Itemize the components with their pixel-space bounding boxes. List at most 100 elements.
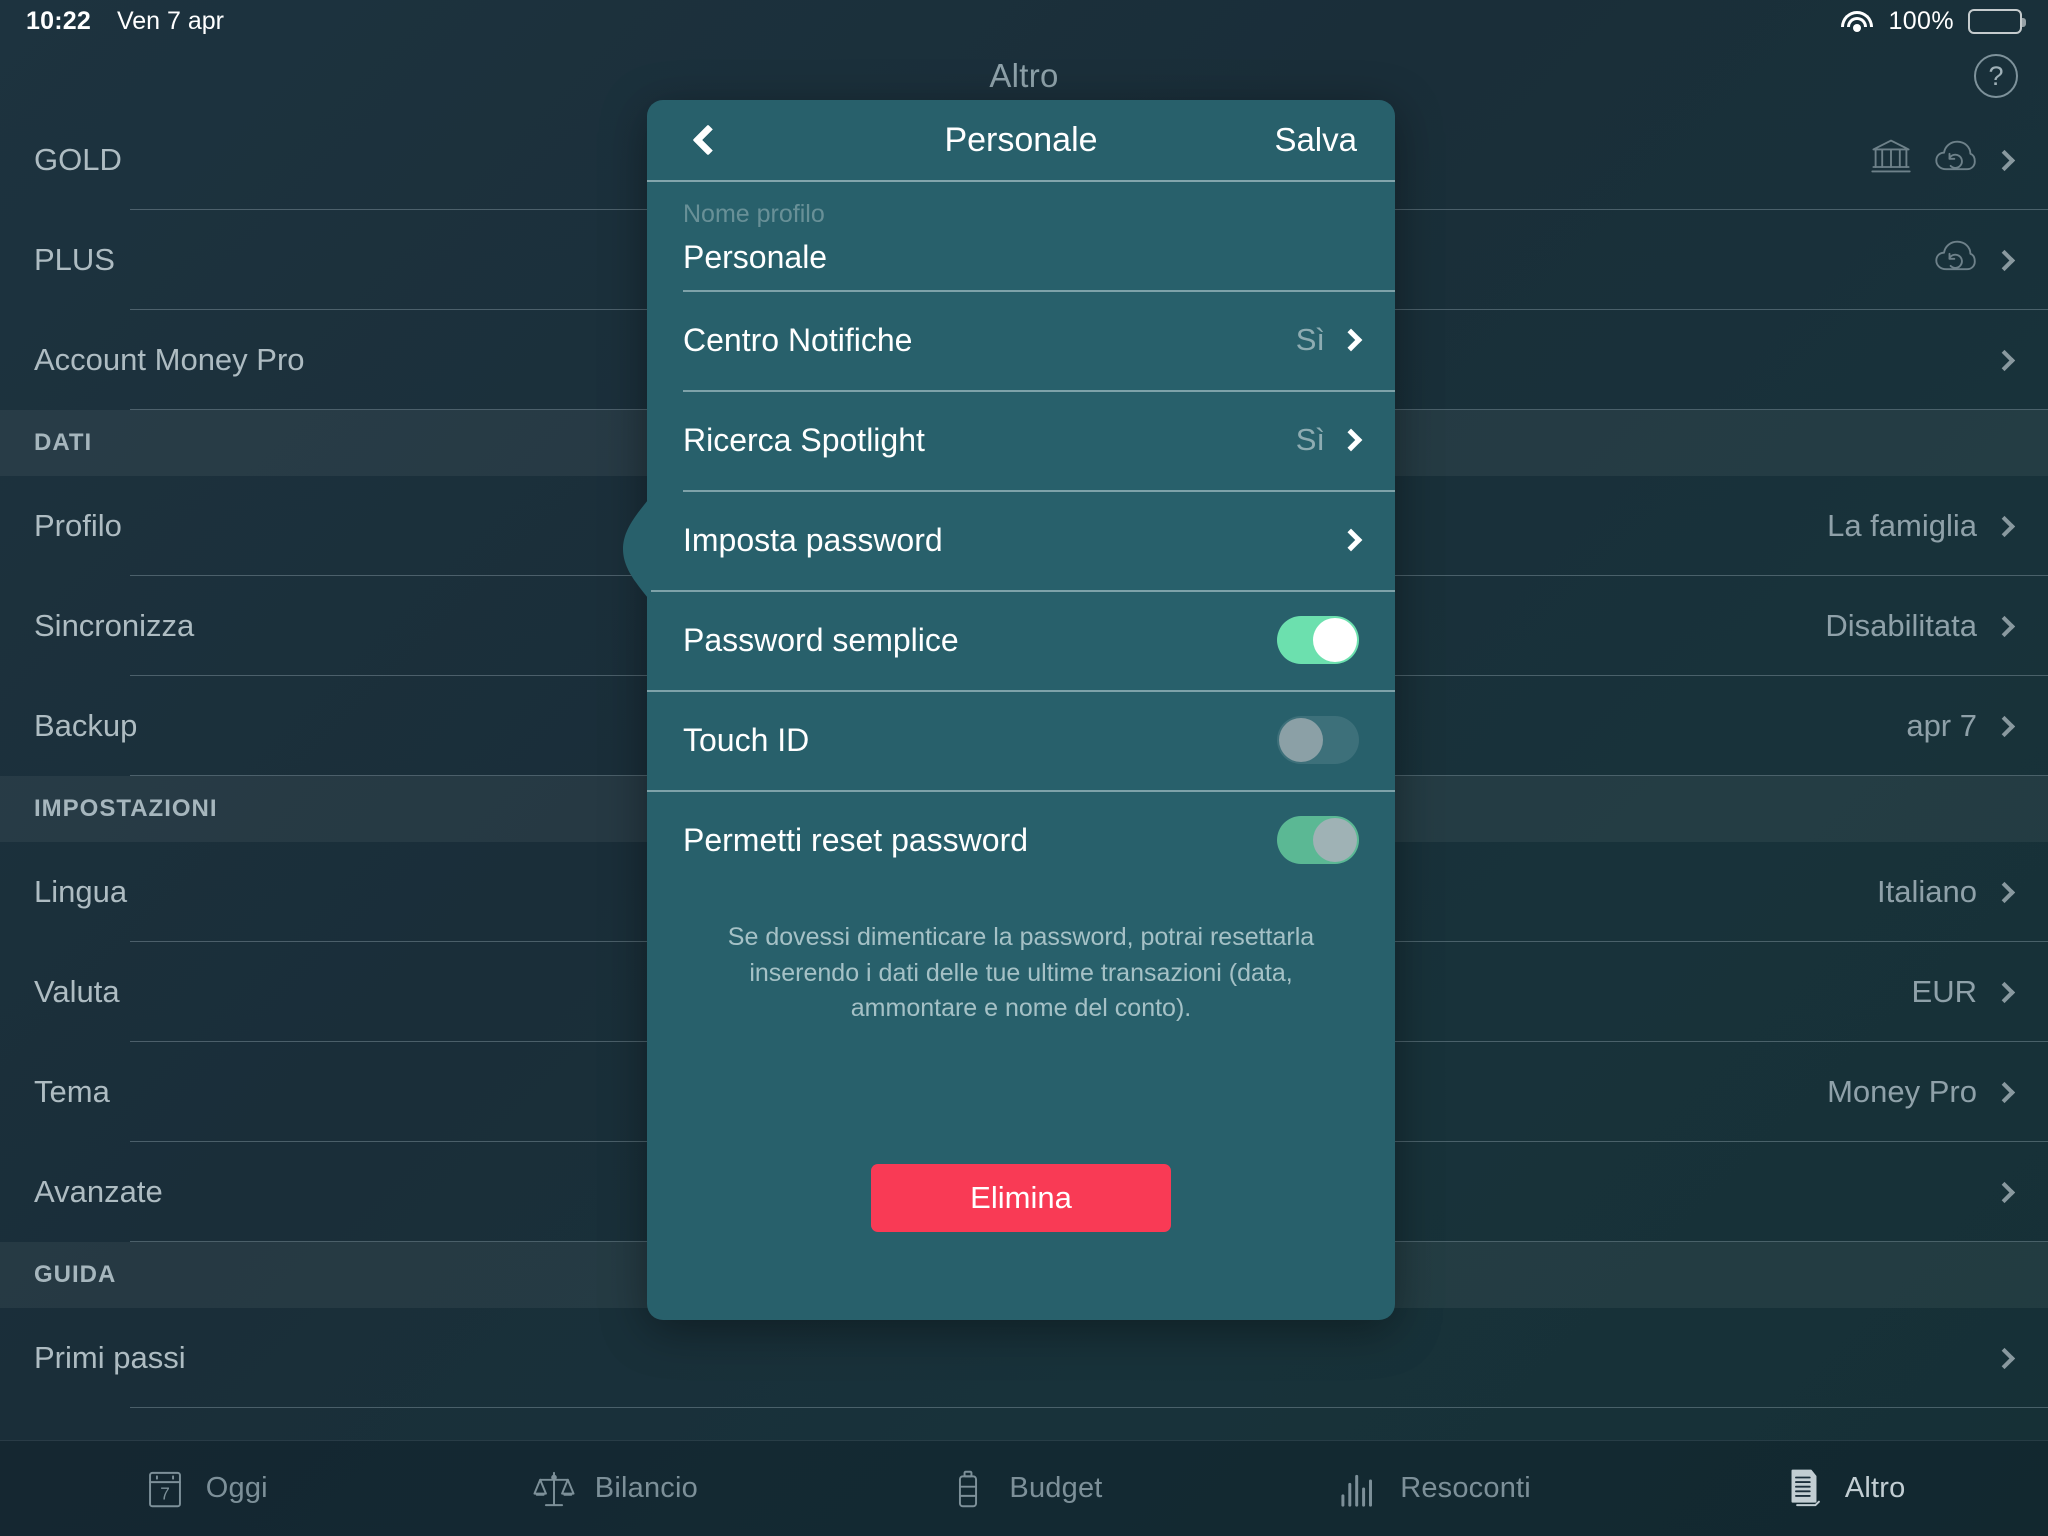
list-item-label: Valuta	[34, 974, 120, 1009]
chevron-right-icon	[1993, 149, 2016, 171]
tab-altro[interactable]: Altro	[1638, 1466, 2048, 1512]
list-item-label: Account Money Pro	[34, 342, 305, 377]
popover-row-separator	[683, 390, 1395, 392]
bank-icon-wrap	[1869, 134, 1913, 186]
tab-bilancio[interactable]: Bilancio	[410, 1466, 820, 1512]
popover-row[interactable]: Permetti reset password	[647, 790, 1395, 890]
list-item-accessory	[1993, 1181, 2016, 1203]
status-time: 10:22	[26, 6, 91, 35]
chevron-right-icon	[1993, 615, 2016, 637]
delete-button[interactable]: Elimina	[871, 1164, 1171, 1232]
list-item-label: GOLD	[34, 142, 122, 177]
list-item-label: PLUS	[34, 242, 115, 277]
popover-row-accessory	[1277, 616, 1359, 664]
toggle-switch[interactable]	[1277, 716, 1359, 764]
list-item[interactable]: Primi passi	[0, 1308, 2048, 1408]
list-item-accessory: Disabilitata	[1825, 608, 2016, 644]
list-item-accessory: Italiano	[1877, 874, 2016, 910]
list-item-accessory: apr 7	[1906, 708, 2016, 744]
popover-row[interactable]: Password semplice	[647, 590, 1395, 690]
cloud-sync-icon	[1935, 240, 1976, 271]
list-item-label: Tema	[34, 1074, 110, 1109]
popover-row-separator	[647, 790, 1395, 792]
popover-row-value: Sì	[1295, 422, 1325, 457]
cloud-sync-icon	[1935, 140, 1976, 171]
chevron-right-icon	[1339, 428, 1363, 452]
tab-label: Budget	[1009, 1472, 1103, 1504]
popover-row-accessory: Sì	[1295, 422, 1363, 458]
popover-row-separator	[647, 590, 1395, 592]
password-reset-note: Se dovessi dimenticare la password, potr…	[727, 923, 1315, 1022]
tab-label: Resoconti	[1400, 1472, 1531, 1504]
list-item-value: Italiano	[1877, 874, 1977, 909]
list-item-accessory: Money Pro	[1827, 1074, 2016, 1110]
popover-row-accessory	[1277, 716, 1359, 764]
list-item-accessory: EUR	[1912, 974, 2016, 1010]
tab-budget[interactable]: Budget	[819, 1466, 1229, 1512]
popover-row[interactable]: Touch ID	[647, 690, 1395, 790]
popover-body: Nome profilo Personale Centro Notifiche S…	[647, 182, 1395, 1320]
popover-row-value: Sì	[1295, 322, 1325, 357]
chevron-right-icon	[1993, 1347, 2016, 1369]
popover-arrow	[623, 496, 651, 602]
back-chevron-icon[interactable]	[685, 117, 731, 163]
popover-header: Personale Salva	[647, 100, 1395, 182]
popover-row-label: Imposta password	[683, 521, 943, 558]
page-title: Altro	[989, 57, 1059, 94]
toggle-switch[interactable]	[1277, 616, 1359, 664]
tab-oggi[interactable]: 7 Oggi	[0, 1466, 410, 1512]
tab-resoconti[interactable]: Resoconti	[1229, 1466, 1639, 1512]
chevron-right-icon	[1993, 715, 2016, 737]
toggle-switch[interactable]	[1277, 816, 1359, 864]
popover-row[interactable]: Centro Notifiche Sì	[647, 290, 1395, 390]
status-bar: 10:22 Ven 7 apr 100%	[0, 0, 2048, 42]
cloud-sync-icon-wrap	[1933, 234, 1977, 286]
popover-row-label: Centro Notifiche	[683, 321, 913, 358]
list-item-accessory	[1869, 134, 2016, 186]
tab-label: Altro	[1844, 1472, 1906, 1504]
toggle-knob	[1313, 818, 1357, 862]
list-item-accessory	[1933, 234, 2016, 286]
list-item-value: apr 7	[1906, 708, 1977, 743]
list-item-label: Sincronizza	[34, 608, 195, 643]
bar-chart-icon	[1341, 1474, 1373, 1507]
profile-name-input[interactable]: Personale	[683, 239, 1359, 276]
popover-row-label: Password semplice	[683, 621, 959, 658]
app-root: 10:22 Ven 7 apr 100% Altro ? GOLD PLUS Acc…	[0, 0, 2048, 1536]
chevron-right-icon	[1993, 981, 2016, 1003]
bank-icon	[1871, 139, 1911, 173]
tab-label: Bilancio	[594, 1472, 698, 1504]
cloud-sync-icon-wrap	[1933, 134, 1977, 186]
list-item-value: Money Pro	[1827, 1074, 1977, 1109]
help-icon[interactable]: ?	[1974, 54, 2018, 98]
popover-row-separator	[647, 690, 1395, 692]
status-bar-right: 100%	[1840, 6, 2026, 36]
chevron-right-icon	[1993, 1081, 2016, 1103]
help-question-mark: ?	[1988, 60, 2004, 91]
list-item-accessory: La famiglia	[1827, 508, 2016, 544]
popover-row-separator	[683, 490, 1395, 492]
tab-label: Oggi	[205, 1472, 268, 1504]
popover-row-accessory	[1277, 816, 1359, 864]
wifi-icon	[1840, 8, 1874, 34]
list-item-label: Avanzate	[34, 1174, 163, 1209]
save-button[interactable]: Salva	[1274, 121, 1357, 159]
documents-icon	[1791, 1469, 1820, 1506]
popover-row[interactable]: Ricerca Spotlight Sì	[647, 390, 1395, 490]
battery-percent: 100%	[1888, 6, 1954, 35]
svg-text:7: 7	[160, 1483, 170, 1503]
tab-bar[interactable]: 7 Oggi Bilancio Budget Resoconti Altro	[0, 1440, 2048, 1536]
popover-row-label: Ricerca Spotlight	[683, 421, 925, 458]
chevron-right-icon	[1993, 349, 2016, 371]
popover-row-accessory	[1339, 528, 1363, 552]
list-item-accessory	[1993, 349, 2016, 371]
profile-name-field[interactable]: Nome profilo Personale	[647, 182, 1395, 290]
chevron-right-icon	[1993, 1181, 2016, 1203]
chevron-right-icon	[1993, 249, 2016, 271]
chevron-right-icon	[1339, 328, 1363, 352]
delete-button-wrap: Elimina	[647, 1164, 1395, 1320]
popover-row[interactable]: Imposta password	[647, 490, 1395, 590]
list-item-accessory	[1993, 1347, 2016, 1369]
list-item-label: Backup	[34, 708, 138, 743]
row-separator	[130, 1407, 2048, 1408]
